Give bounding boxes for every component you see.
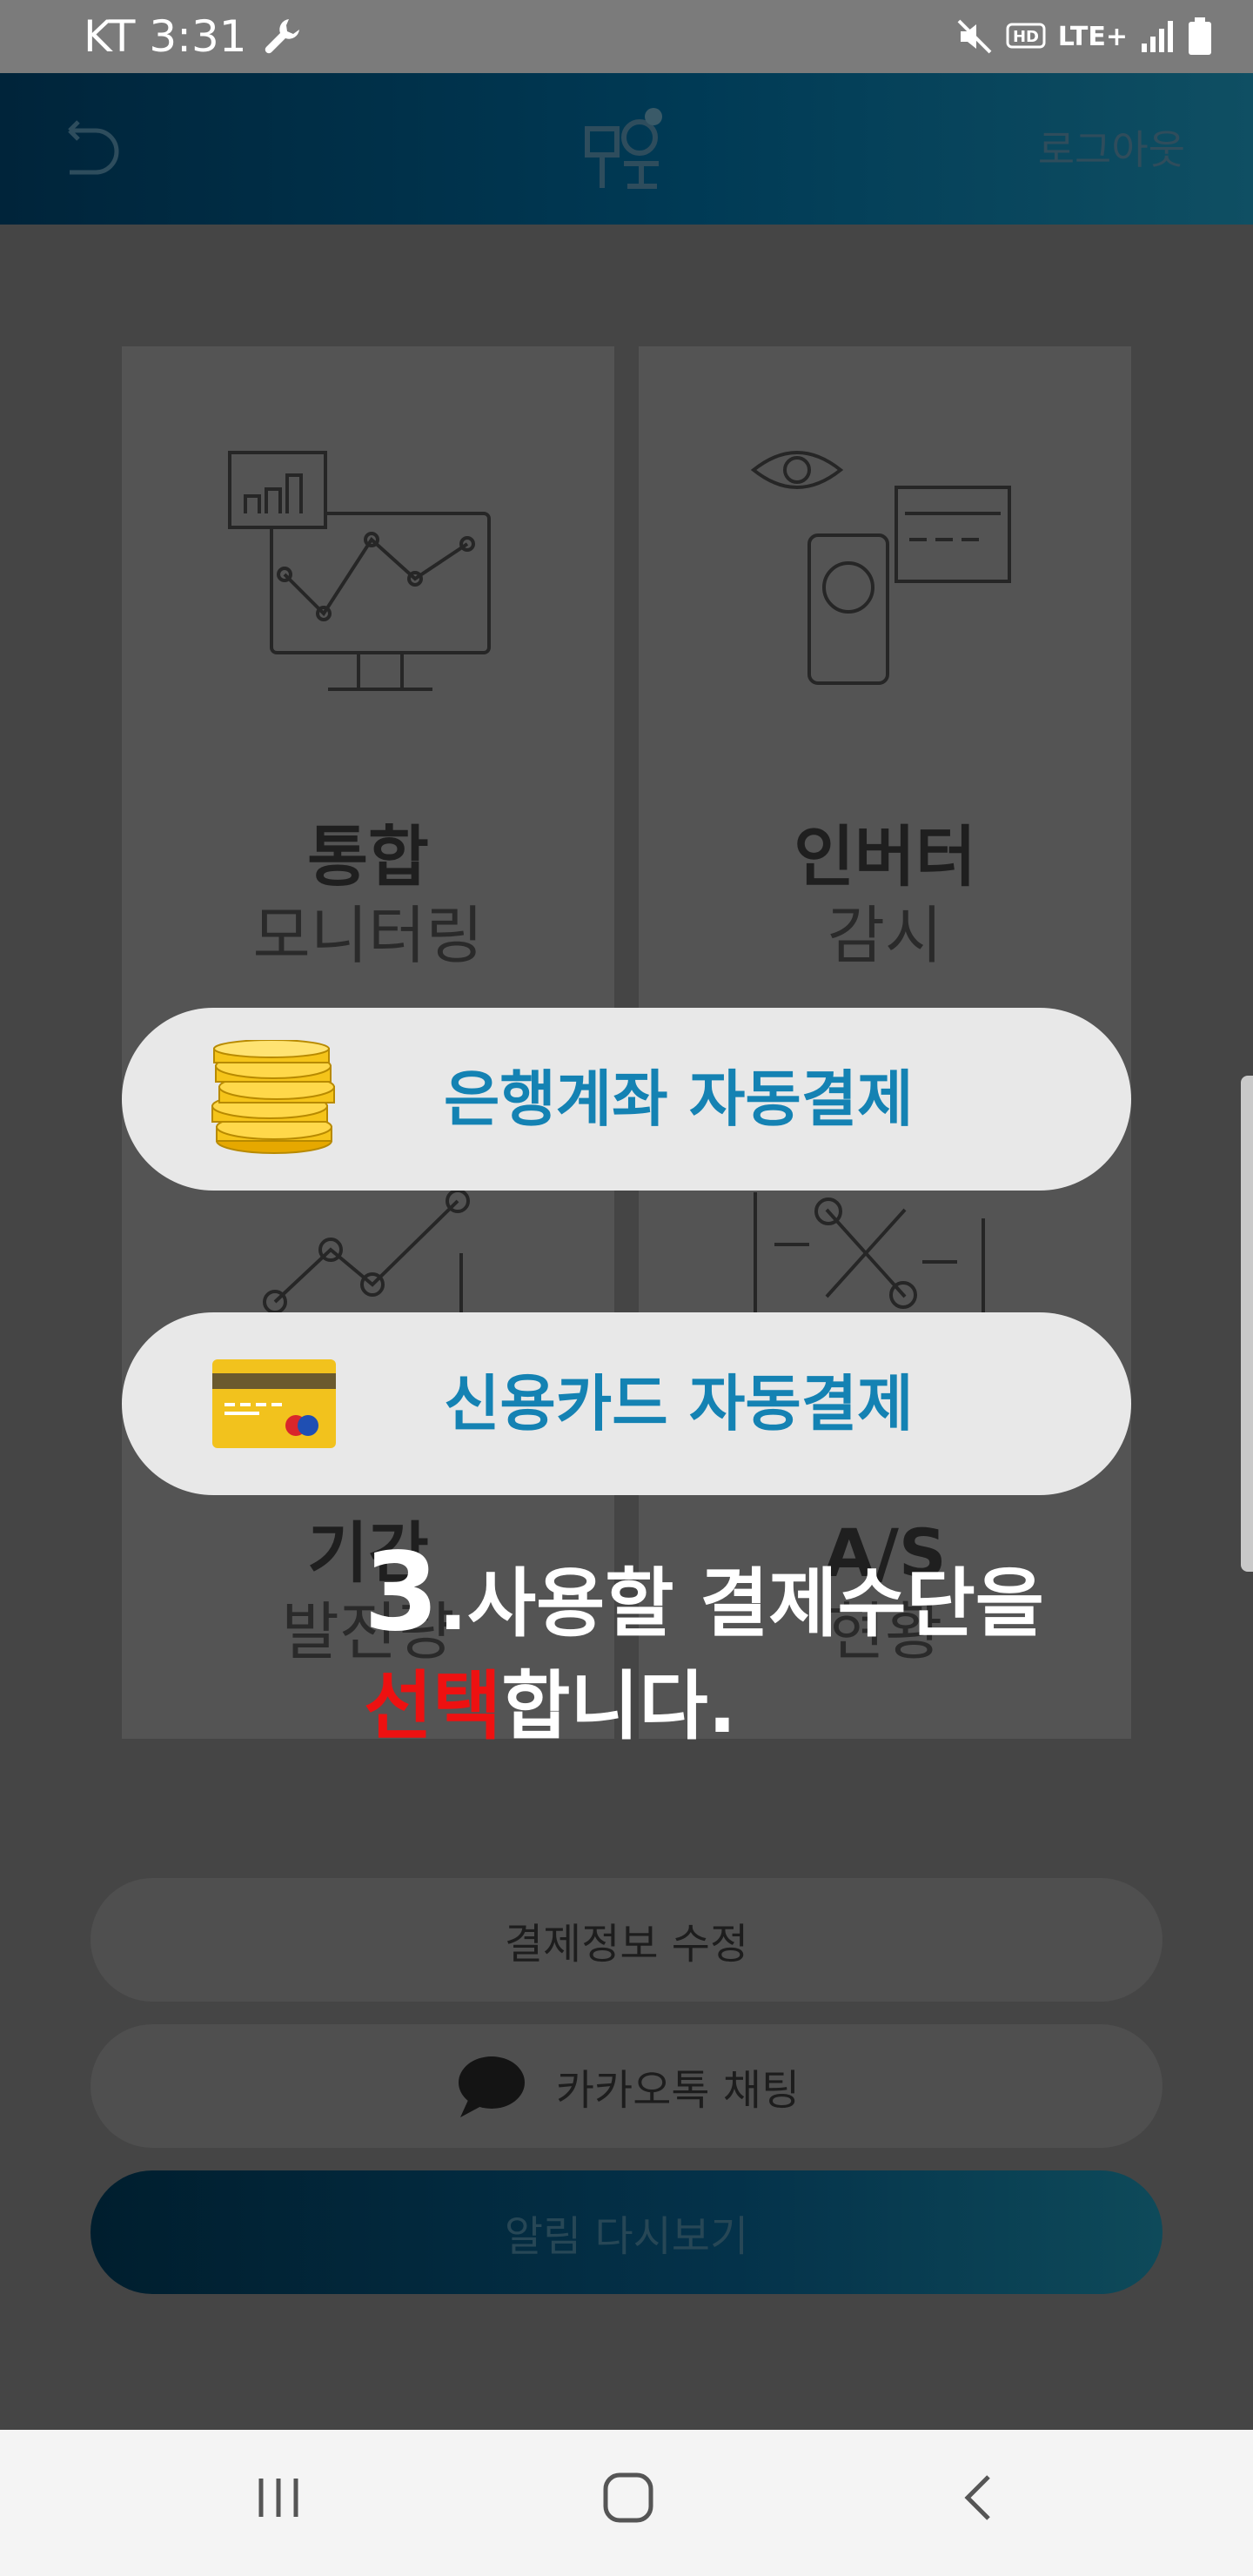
- logout-link[interactable]: 로그아웃: [1038, 124, 1185, 176]
- mute-icon: [957, 19, 992, 54]
- svg-text:HD: HD: [1013, 28, 1039, 46]
- line-graph-icon: [263, 1189, 470, 1314]
- signal-icon: [1142, 21, 1173, 52]
- eye-devices-icon: [750, 451, 1011, 685]
- system-nav-bar: [0, 2430, 1253, 2576]
- battery-icon: [1189, 17, 1211, 55]
- tile-subtitle: 감시: [827, 899, 943, 972]
- carrier-time: KT 3:31: [84, 11, 247, 62]
- monitor-chart-icon: [228, 451, 491, 691]
- notification-review-button[interactable]: 알림 다시보기: [90, 2170, 1163, 2294]
- wrench-icon: [265, 19, 299, 54]
- coins-icon: [211, 1040, 335, 1154]
- step-number: 3: [364, 1530, 439, 1655]
- tile-title: 통합: [307, 818, 429, 896]
- step-dot: .: [439, 1560, 467, 1647]
- recent-apps-icon[interactable]: [252, 2472, 305, 2524]
- instruction-line1: 사용할 결제수단을: [466, 1560, 1044, 1647]
- status-bar: KT 3:31 HD LTE+: [0, 0, 1253, 73]
- credit-card-icon: [212, 1359, 336, 1448]
- app-logo-icon[interactable]: [579, 99, 674, 195]
- back-icon[interactable]: [57, 117, 127, 186]
- app-header: 로그아웃: [0, 73, 1253, 225]
- kakao-chat-button[interactable]: 카카오톡 채팅: [90, 2024, 1163, 2148]
- tile-title: 인버터: [794, 818, 976, 896]
- bank-auto-pay-label: 은행계좌 자동결제: [444, 1063, 914, 1135]
- bank-auto-pay-button[interactable]: 은행계좌 자동결제: [122, 1008, 1131, 1191]
- instruction-line2: 합니다.: [501, 1663, 737, 1750]
- tile-subtitle: 모니터링: [252, 899, 484, 972]
- instruction-text: 3.사용할 결제수단을 선택합니다.: [364, 1539, 1044, 1759]
- notification-review-label: 알림 다시보기: [504, 2212, 749, 2261]
- hd-icon: HD: [1006, 23, 1046, 49]
- card-auto-pay-button[interactable]: 신용카드 자동결제: [122, 1312, 1131, 1495]
- card-auto-pay-label: 신용카드 자동결제: [444, 1368, 914, 1439]
- payment-edit-label: 결제정보 수정: [504, 1920, 749, 1969]
- tools-icon: [754, 1192, 985, 1314]
- home-icon[interactable]: [600, 2470, 656, 2526]
- side-scrollbar[interactable]: [1241, 1076, 1253, 1572]
- lte-icon: LTE+: [1057, 21, 1128, 52]
- back-nav-icon[interactable]: [957, 2472, 1001, 2524]
- kakao-chat-label: 카카오톡 채팅: [555, 2066, 801, 2115]
- instruction-highlight: 선택: [364, 1663, 502, 1750]
- kakao-chat-icon: [458, 2056, 525, 2117]
- payment-edit-button[interactable]: 결제정보 수정: [90, 1878, 1163, 2002]
